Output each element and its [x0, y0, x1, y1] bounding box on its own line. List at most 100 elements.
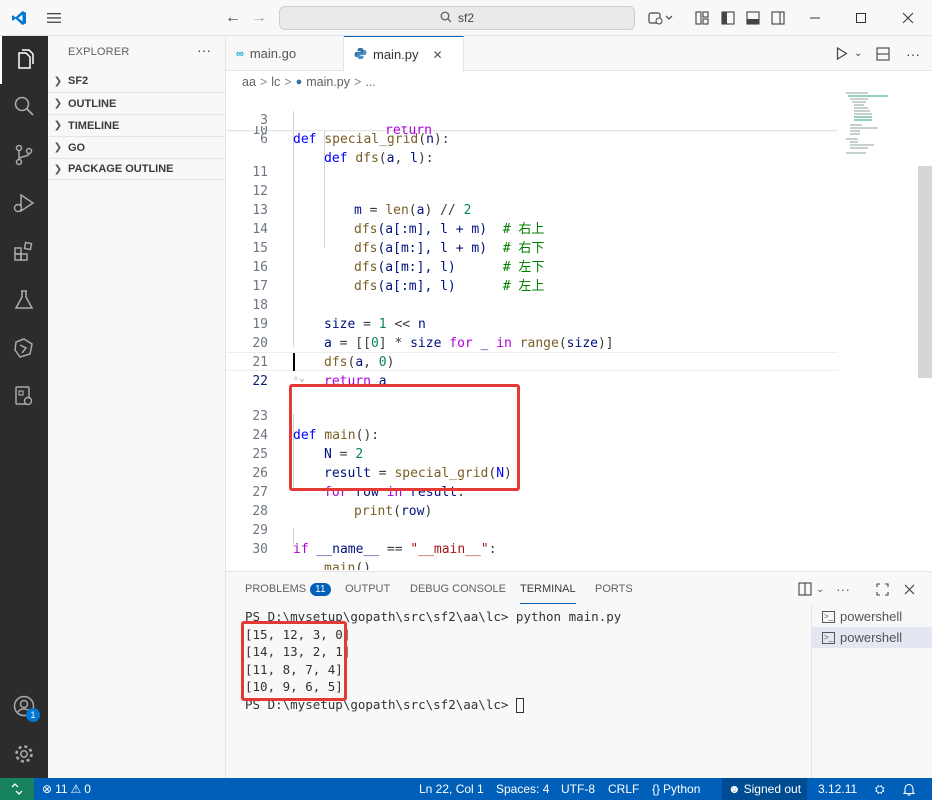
eol-status[interactable]: CRLF — [608, 778, 639, 800]
maximize-panel-icon[interactable] — [876, 572, 889, 606]
testing-flask-icon[interactable] — [0, 276, 48, 324]
close-tab-icon[interactable]: ✕ — [433, 48, 443, 62]
vscode-logo-icon — [8, 0, 30, 36]
section-outline[interactable]: ❯ OUTLINE — [48, 92, 226, 114]
breadcrumb-item[interactable]: lc — [271, 75, 280, 89]
close-panel-icon[interactable] — [904, 572, 915, 606]
tab-output[interactable]: OUTPUT — [345, 572, 390, 606]
run-python-file-icon[interactable] — [836, 36, 854, 71]
highlight-box-terminal — [241, 621, 347, 701]
braces-icon: {} — [652, 782, 661, 796]
breadcrumb-item[interactable]: aa — [242, 75, 256, 89]
back-arrow-icon[interactable]: ← — [222, 0, 244, 36]
source-control-icon[interactable] — [0, 131, 48, 179]
code-line: 14 dfs(a[m:], l + m) # 右下 — [252, 222, 545, 256]
extensions-icon[interactable] — [0, 228, 48, 276]
split-editor-icon[interactable] — [876, 36, 894, 71]
explorer-icon[interactable] — [0, 36, 48, 84]
tab-terminal[interactable]: TERMINAL — [520, 574, 576, 604]
code-line: 3 def special_grid(n): — [260, 113, 450, 147]
docker-icon[interactable] — [0, 372, 48, 420]
highlight-box-code — [289, 384, 520, 491]
problems-status[interactable]: ⊗ 11 ⚠ 0 — [42, 778, 91, 800]
menu-icon[interactable] — [42, 0, 66, 36]
minimap[interactable] — [842, 92, 918, 570]
toggle-secondary-sidebar-icon[interactable] — [768, 0, 788, 36]
remote-explorer-icon[interactable] — [0, 324, 48, 372]
go-file-icon: ∞ — [236, 47, 244, 60]
explorer-sidebar: EXPLORER ··· ❯ SF2 ❯ OUTLINE ❯ TIMELINE ❯ GO… — [48, 36, 226, 778]
run-debug-icon[interactable] — [0, 179, 48, 227]
code-line: 18 size = 1 << n — [252, 298, 426, 332]
sidebar-title: EXPLORER — [68, 46, 130, 58]
close-window-icon[interactable] — [893, 0, 923, 36]
section-timeline[interactable]: ❯ TIMELINE — [48, 114, 226, 136]
search-view-icon[interactable] — [0, 82, 48, 130]
search-text: sf2 — [457, 11, 474, 25]
panel-more-icon[interactable]: ··· — [836, 572, 850, 606]
code-line: 12 m = len(a) // 2 — [252, 184, 472, 218]
split-terminal-icon[interactable]: ⌄ — [798, 572, 824, 606]
encoding-status[interactable]: UTF-8 — [561, 778, 595, 800]
cursor-position[interactable]: Ln 22, Col 1 — [419, 778, 484, 800]
code-line: 29 if __name__ == "__main__": — [252, 523, 497, 557]
terminal-icon: >_ — [822, 610, 835, 623]
code-line: 20 dfs(a, 0) — [252, 336, 395, 370]
breadcrumb-item[interactable]: ... — [365, 75, 375, 89]
copilot-status-icon[interactable]: ⛭ — [875, 778, 885, 800]
code-line: 16 dfs(a[:m], l) # 左上 — [252, 260, 545, 294]
terminal-instance-powershell[interactable]: >_ powershell — [812, 606, 932, 627]
activity-bar: 1 — [0, 36, 48, 778]
maximize-icon[interactable] — [846, 0, 876, 36]
toggle-panel-icon[interactable] — [743, 0, 763, 36]
editor-scrollbar[interactable] — [918, 166, 932, 378]
accounts-icon[interactable]: 1 — [0, 682, 48, 730]
run-dropdown-chevron-icon[interactable]: ⌄ — [854, 36, 866, 71]
customize-layout-icon[interactable] — [692, 0, 712, 36]
copilot-signed-out[interactable]: ☻ Signed out — [722, 778, 808, 800]
python-file-icon: ● — [295, 76, 303, 88]
python-version[interactable]: 3.12.11 — [818, 778, 857, 800]
language-mode[interactable]: {} Python — [652, 778, 700, 800]
terminal-icon: >_ — [822, 631, 835, 644]
indentation-status[interactable]: Spaces: 4 — [496, 778, 549, 800]
copilot-icon: ☻ — [728, 782, 741, 796]
editor-tab-bar: ∞ main.go main.py ✕ ⌄ ··· — [226, 36, 932, 72]
settings-gear-icon[interactable] — [0, 730, 48, 778]
command-center-search[interactable]: sf2 — [279, 6, 635, 30]
tab-debug-console[interactable]: DEBUG CONSOLE — [410, 572, 506, 606]
minimize-icon[interactable] — [800, 0, 830, 36]
tab-ports[interactable]: PORTS — [595, 572, 633, 606]
problems-count-badge: 11 — [310, 582, 331, 596]
chevron-right-icon: ❯ — [53, 120, 63, 131]
remote-indicator-icon[interactable] — [0, 778, 34, 800]
more-actions-icon[interactable]: ··· — [197, 42, 211, 58]
section-go[interactable]: ❯ GO — [48, 136, 226, 158]
tab-main-py[interactable]: main.py ✕ — [344, 36, 464, 72]
copilot-icon[interactable] — [646, 0, 676, 36]
warning-icon: ⚠ — [70, 782, 82, 796]
chevron-right-icon: ❯ — [53, 75, 63, 87]
panel-tabs: PROBLEMS 11 OUTPUT DEBUG CONSOLE TERMINA… — [226, 572, 932, 606]
code-line: 10 return — [252, 126, 432, 138]
code-line: 30 main() — [252, 542, 371, 570]
bottom-panel: PROBLEMS 11 OUTPUT DEBUG CONSOLE TERMINA… — [226, 571, 932, 779]
chevron-right-icon: ❯ — [53, 98, 63, 109]
breadcrumb: aa > lc > ● main.py > ... — [242, 72, 376, 92]
status-bar: ⊗ 11 ⚠ 0 Ln 22, Col 1 Spaces: 4 UTF-8 CR… — [0, 778, 932, 800]
code-line: 17 — [252, 279, 268, 294]
search-icon — [440, 11, 452, 26]
notifications-bell-icon[interactable] — [903, 778, 915, 800]
section-sf2[interactable]: ❯ SF2 — [48, 70, 226, 92]
accounts-badge: 1 — [26, 708, 40, 722]
editor-more-actions-icon[interactable]: ··· — [906, 36, 924, 71]
tab-main-go[interactable]: ∞ main.go — [226, 36, 344, 71]
code-line: 13 dfs(a[:m], l + m) # 右上 — [252, 203, 545, 237]
tab-problems[interactable]: PROBLEMS 11 — [245, 572, 331, 606]
section-package-outline[interactable]: ❯ PACKAGE OUTLINE — [48, 158, 226, 180]
breadcrumb-item[interactable]: main.py — [306, 75, 350, 89]
code-editor[interactable]: 3 def special_grid(n): 6 def dfs(a, l): … — [226, 92, 932, 570]
forward-arrow-icon[interactable]: → — [248, 0, 270, 36]
toggle-sidebar-icon[interactable] — [718, 0, 738, 36]
terminal-instance-powershell[interactable]: >_ powershell — [812, 627, 932, 648]
